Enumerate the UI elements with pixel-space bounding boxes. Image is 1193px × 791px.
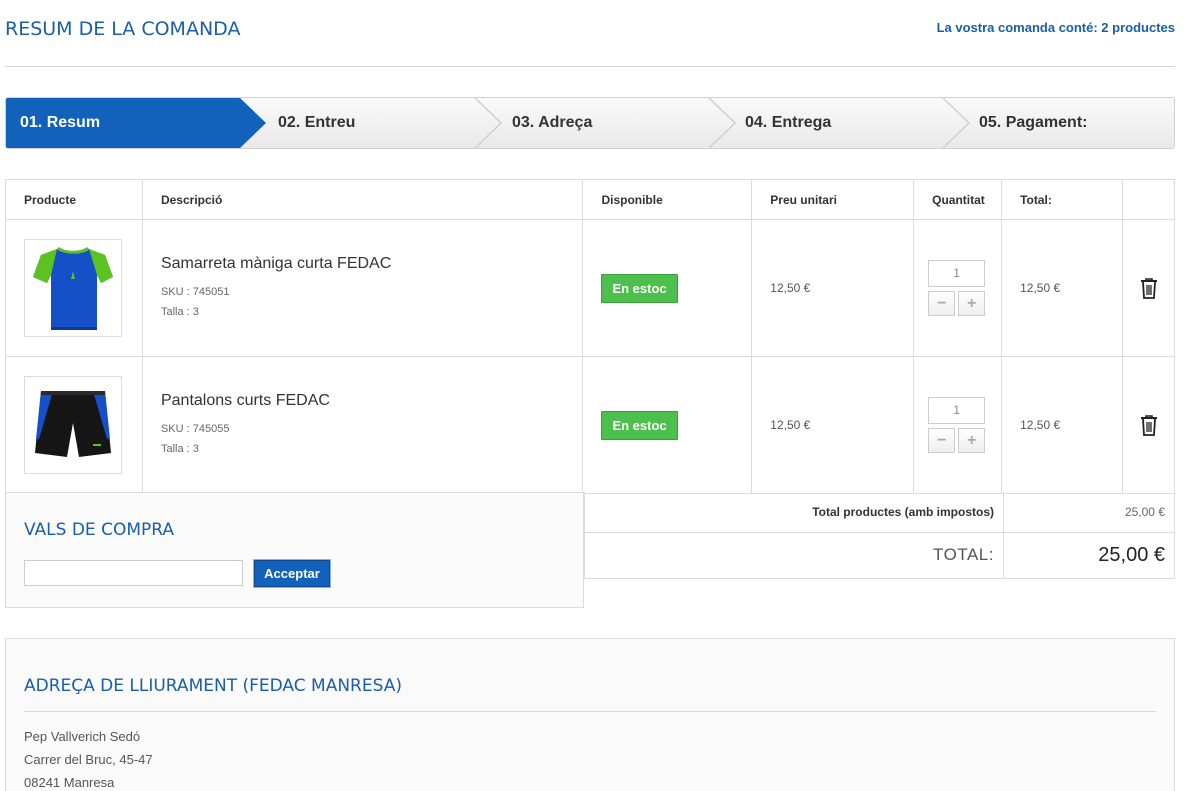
address-name: Pep Vallverich Sedó bbox=[24, 729, 141, 744]
step-label: 02. Entreu bbox=[278, 114, 356, 131]
quantity-stepper: − + bbox=[928, 428, 1001, 453]
step-pagament[interactable]: 05. Pagament: bbox=[969, 98, 1174, 148]
header-producte: Producte bbox=[5, 179, 143, 220]
products-total-row: Total productes (amb impostos) 25,00 € bbox=[584, 492, 1175, 533]
trash-icon[interactable] bbox=[1139, 277, 1159, 299]
table-header-row: Producte Descripció Disponible Preu unit… bbox=[5, 179, 1176, 220]
unit-price: 12,50 € bbox=[751, 219, 915, 357]
availability-cell: En estoc bbox=[582, 356, 753, 494]
product-sku: SKU : 745055 bbox=[160, 422, 230, 435]
step-resum[interactable]: 01. Resum bbox=[6, 98, 240, 148]
step-label: 05. Pagament: bbox=[979, 114, 1088, 131]
accept-voucher-button[interactable]: Acceptar bbox=[253, 559, 331, 588]
minus-icon: − bbox=[936, 431, 947, 449]
step-adreca[interactable]: 03. Adreça bbox=[501, 98, 709, 148]
quantity-cell: 1 − + bbox=[913, 219, 1003, 357]
grand-total-row: TOTAL: 25,00 € bbox=[584, 532, 1175, 579]
order-count: La vostra comanda conté: 2 productes bbox=[936, 20, 1175, 35]
decrease-button[interactable]: − bbox=[928, 291, 956, 316]
vouchers-title: VALS DE COMPRA bbox=[24, 520, 174, 540]
product-size: Talla : 3 bbox=[160, 442, 199, 455]
row-total: 12,50 € bbox=[1001, 219, 1123, 357]
cart-table: Producte Descripció Disponible Preu unit… bbox=[5, 179, 1176, 494]
shorts-image bbox=[35, 391, 111, 457]
products-total-label: Total productes (amb impostos) bbox=[584, 492, 1004, 533]
plus-icon: + bbox=[966, 431, 977, 449]
status-badge: En estoc bbox=[601, 410, 678, 440]
product-name[interactable]: Pantalons curts FEDAC bbox=[161, 392, 582, 410]
product-sku: SKU : 745051 bbox=[160, 285, 230, 298]
grand-total-value: 25,00 € bbox=[1003, 532, 1175, 579]
product-image-cell bbox=[5, 356, 143, 494]
address-title: ADREÇA DE LLIURAMENT (FEDAC MANRESA) bbox=[24, 676, 402, 696]
product-thumbnail[interactable] bbox=[24, 239, 122, 337]
row-total: 12,50 € bbox=[1001, 356, 1123, 494]
product-thumbnail[interactable] bbox=[24, 376, 122, 474]
table-row: Samarreta màniga curta FEDAC SKU : 74505… bbox=[5, 219, 1176, 357]
products-total-value: 25,00 € bbox=[1003, 492, 1175, 533]
step-entreu[interactable]: 02. Entreu bbox=[266, 98, 475, 148]
quantity-input[interactable]: 1 bbox=[928, 260, 986, 287]
page-title: RESUM DE LA COMANDA bbox=[5, 18, 241, 40]
header-descripcio: Descripció bbox=[141, 179, 584, 220]
voucher-code-input[interactable] bbox=[24, 560, 243, 586]
totals-table: Total productes (amb impostos) 25,00 € T… bbox=[584, 492, 1175, 579]
page-header: RESUM DE LA COMANDA La vostra comanda co… bbox=[5, 0, 1175, 67]
grand-total-label: TOTAL: bbox=[584, 532, 1004, 579]
quantity-stepper: − + bbox=[928, 291, 1001, 316]
table-row: Pantalons curts FEDAC SKU : 745055 Talla… bbox=[5, 356, 1176, 494]
status-badge: En estoc bbox=[601, 273, 678, 303]
header-total: Total: bbox=[1001, 179, 1123, 220]
step-entrega[interactable]: 04. Entrega bbox=[735, 98, 943, 148]
delivery-address-panel: ADREÇA DE LLIURAMENT (FEDAC MANRESA) Pep… bbox=[5, 638, 1175, 791]
address-street: Carrer del Bruc, 45-47 bbox=[24, 752, 153, 767]
header-actions bbox=[1121, 179, 1176, 220]
address-lines: Pep Vallverich Sedó Carrer del Bruc, 45-… bbox=[24, 725, 153, 791]
increase-button[interactable]: + bbox=[958, 428, 986, 453]
checkout-steps: 01. Resum 02. Entreu 03. Adreça 04. Entr… bbox=[5, 97, 1175, 149]
product-description-cell: Pantalons curts FEDAC SKU : 745055 Talla… bbox=[141, 356, 584, 494]
quantity-cell: 1 − + bbox=[913, 356, 1003, 494]
tshirt-image bbox=[33, 247, 113, 330]
quantity-input[interactable]: 1 bbox=[928, 397, 986, 424]
product-description-cell: Samarreta màniga curta FEDAC SKU : 74505… bbox=[141, 219, 584, 357]
availability-cell: En estoc bbox=[582, 219, 753, 357]
product-image-cell bbox=[5, 219, 143, 357]
decrease-button[interactable]: − bbox=[928, 428, 956, 453]
plus-icon: + bbox=[966, 294, 977, 312]
vouchers-panel: VALS DE COMPRA Acceptar bbox=[5, 492, 584, 608]
increase-button[interactable]: + bbox=[958, 291, 986, 316]
step-label: 01. Resum bbox=[20, 114, 101, 131]
header-disponible: Disponible bbox=[582, 179, 753, 220]
product-size: Talla : 3 bbox=[160, 305, 199, 318]
actions-cell bbox=[1121, 356, 1176, 494]
minus-icon: − bbox=[936, 294, 947, 312]
unit-price: 12,50 € bbox=[751, 356, 915, 494]
step-label: 03. Adreça bbox=[512, 114, 593, 131]
address-city: 08241 Manresa bbox=[24, 775, 115, 790]
product-name[interactable]: Samarreta màniga curta FEDAC bbox=[161, 255, 582, 273]
header-preu-unitari: Preu unitari bbox=[751, 179, 915, 220]
trash-icon[interactable] bbox=[1139, 414, 1159, 436]
actions-cell bbox=[1121, 219, 1176, 357]
step-label: 04. Entrega bbox=[745, 114, 832, 131]
divider bbox=[24, 711, 1156, 712]
header-quantitat: Quantitat bbox=[913, 179, 1003, 220]
